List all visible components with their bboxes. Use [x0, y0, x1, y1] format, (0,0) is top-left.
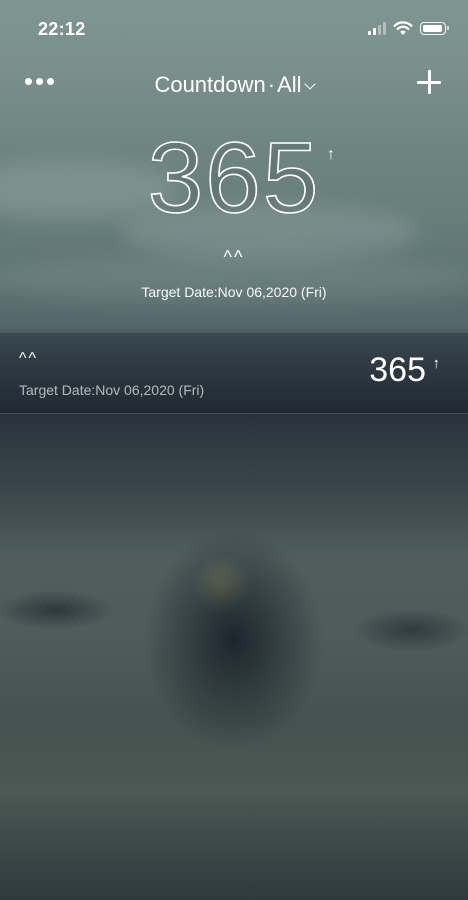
cellular-signal-icon	[368, 22, 386, 35]
featured-event-name: ^^	[223, 247, 245, 267]
count-up-arrow-icon: ↑	[432, 355, 441, 372]
event-day-count: 365	[369, 351, 426, 389]
event-target-date: Target Date:Nov 06,2020 (Fri)	[19, 382, 205, 398]
event-name: ^^	[19, 350, 39, 367]
category-filter-selector[interactable]: Countdown·All	[0, 72, 468, 98]
event-list-item[interactable]: ^^ Target Date:Nov 06,2020 (Fri) 365 ↑	[0, 333, 468, 414]
filter-label: All	[277, 72, 302, 97]
battery-icon	[420, 22, 449, 35]
nav-title: Countdown	[154, 72, 266, 97]
featured-day-count: 365	[147, 122, 321, 234]
event-list: ^^ Target Date:Nov 06,2020 (Fri) 365 ↑	[0, 333, 468, 414]
app-screen: 22:12 Countdown·All 365 ↑ ^^ Target Date…	[0, 0, 468, 900]
nav-separator: ·	[267, 72, 276, 97]
chevron-down-icon	[303, 78, 316, 90]
featured-count-up-arrow-icon: ↑	[327, 146, 335, 163]
featured-target-date: Target Date:Nov 06,2020 (Fri)	[141, 284, 327, 300]
wifi-icon	[393, 21, 413, 35]
status-bar: 22:12	[0, 0, 468, 58]
status-time: 22:12	[38, 19, 86, 39]
nav-bar: Countdown·All	[0, 60, 468, 108]
status-icons	[368, 21, 449, 36]
add-event-button[interactable]	[416, 69, 442, 95]
